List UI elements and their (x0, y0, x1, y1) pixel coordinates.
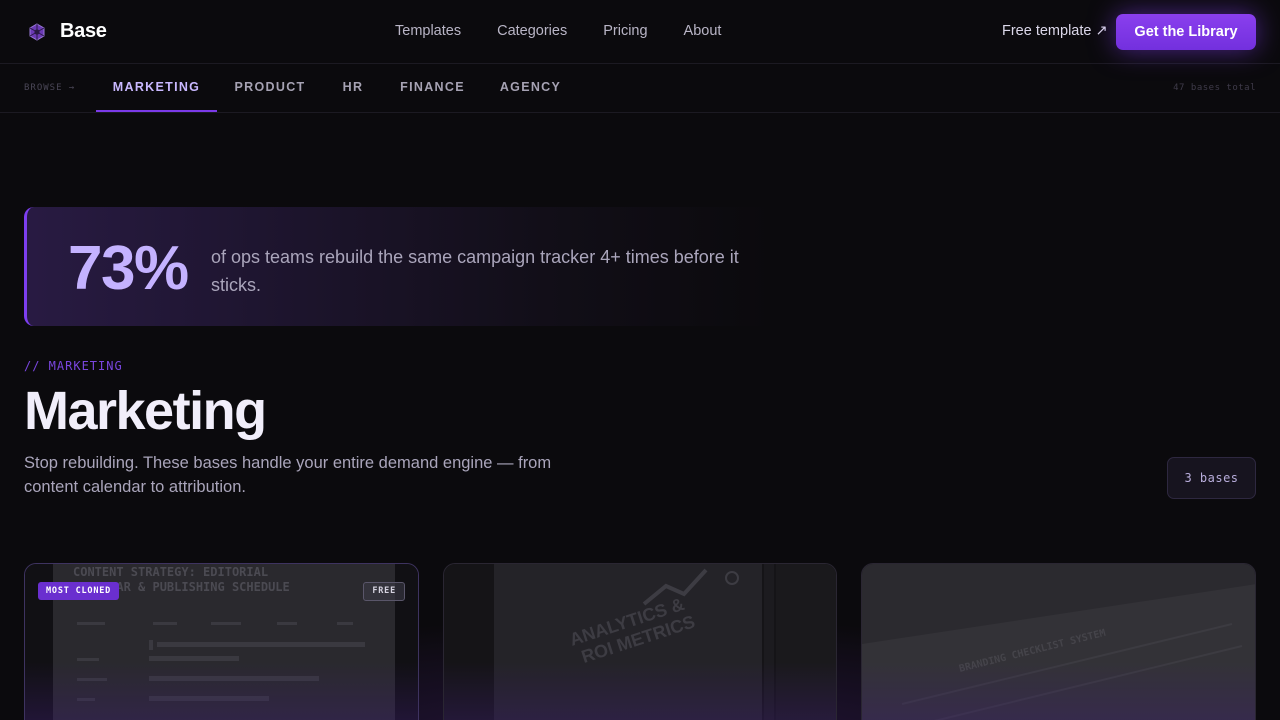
section-title: Marketing (24, 381, 267, 441)
stat-text: of ops teams rebuild the same campaign t… (211, 247, 739, 295)
free-template-link[interactable]: Free template ↗ (1002, 23, 1108, 39)
get-library-button[interactable]: Get the Library (1116, 14, 1256, 50)
nav-templates[interactable]: Templates (395, 23, 461, 39)
browse-label: BROWSE → (24, 83, 76, 93)
top-navigation: Base Templates Categories Pricing About … (0, 0, 1280, 64)
nav-pricing[interactable]: Pricing (603, 23, 647, 39)
nav-about[interactable]: About (684, 23, 722, 39)
template-card-content-strategy[interactable]: CONTENT STRATEGY: EDITORIAL CALENDAR & P… (24, 563, 419, 720)
tab-marketing[interactable]: MARKETING (96, 64, 217, 112)
bases-count-badge: 3 bases (1167, 457, 1256, 499)
tab-agency[interactable]: AGENCY (482, 64, 579, 112)
brand-logo[interactable]: Base (28, 20, 107, 43)
tab-hr[interactable]: HR (323, 64, 383, 112)
section-eyebrow: // MARKETING (24, 359, 123, 373)
tab-product[interactable]: PRODUCT (217, 64, 323, 112)
section-description: Stop rebuilding. These bases handle your… (24, 454, 552, 496)
total-bases-count: 47 bases total (1173, 83, 1256, 93)
card-2-fade (444, 662, 836, 720)
brand-name: Base (60, 20, 107, 42)
main-nav: Templates Categories Pricing About (395, 23, 721, 39)
card-3-fade (862, 662, 1255, 720)
nav-categories[interactable]: Categories (497, 23, 567, 39)
category-bar: BROWSE → MARKETING PRODUCT HR FINANCE AG… (0, 64, 1280, 113)
stat-banner: 73% of ops teams rebuild the same campai… (24, 207, 770, 326)
tab-finance[interactable]: FINANCE (383, 64, 482, 112)
hexagon-logo-icon (29, 22, 45, 41)
most-cloned-badge: MOST CLONED (38, 582, 120, 600)
template-card-branding[interactable]: BRANDING CHECKLIST SYSTEM (861, 563, 1256, 720)
card-1-image-line-1: CONTENT STRATEGY: EDITORIAL (73, 565, 268, 579)
stat-value: 73% (68, 234, 189, 303)
free-badge: FREE (363, 582, 405, 601)
template-card-analytics[interactable]: ANALYTICS & ROI METRICS (443, 563, 837, 720)
card-1-fade (25, 662, 418, 720)
